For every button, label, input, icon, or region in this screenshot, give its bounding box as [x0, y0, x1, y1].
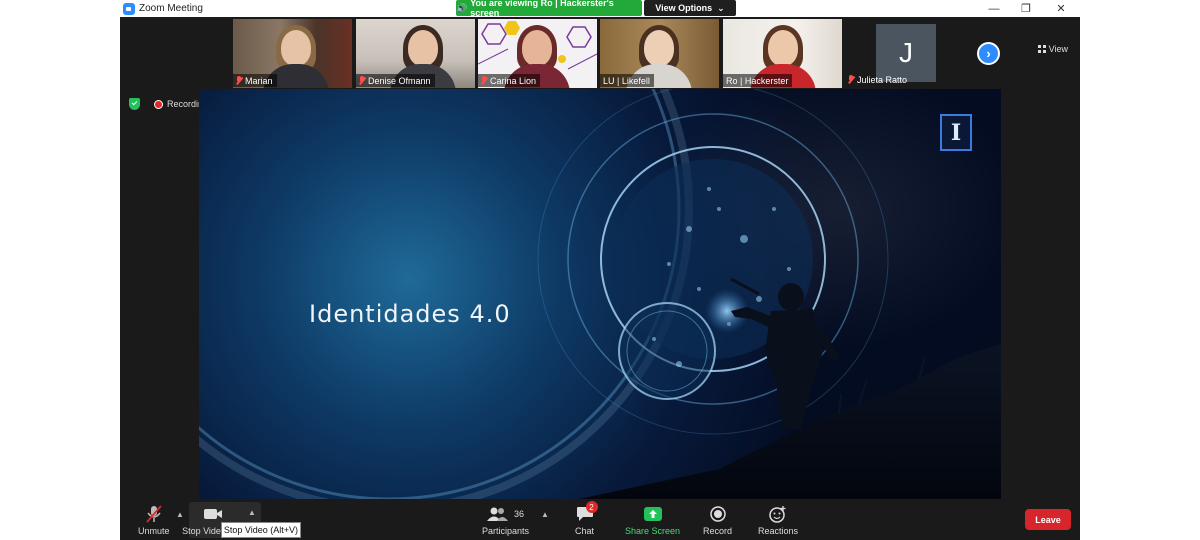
participant-name: LU | Likefell — [603, 75, 650, 86]
participant-tile[interactable]: Ro | Hackerster — [723, 19, 842, 88]
participant-tile[interactable]: Carina Lion — [478, 19, 597, 88]
viewing-banner-text: You are viewing Ro | Hackerster's screen — [470, 0, 614, 18]
mic-muted-icon — [848, 75, 854, 84]
unmute-label: Unmute — [138, 526, 170, 536]
avatar-initial: J — [899, 37, 913, 68]
view-button[interactable]: View — [1037, 44, 1068, 54]
grid-view-icon — [1037, 45, 1046, 53]
participant-face — [408, 30, 438, 66]
participants-options-caret[interactable]: ▲ — [541, 510, 549, 519]
participant-name: Ro | Hackerster — [726, 75, 789, 86]
participant-name: Carina Lion — [490, 75, 537, 86]
chevron-down-icon: ⌄ — [717, 2, 725, 13]
next-page-button[interactable]: › — [977, 42, 1000, 65]
participant-face — [768, 30, 798, 66]
participants-label: Participants — [482, 526, 530, 536]
participant-tile[interactable]: Denise Ofmann — [356, 19, 475, 88]
participants-icon: 36 — [487, 504, 524, 524]
recording-dot-icon — [154, 99, 163, 109]
participant-face — [522, 30, 552, 66]
participants-count: 36 — [514, 509, 525, 519]
record-button[interactable]: Record — [703, 504, 732, 536]
record-label: Record — [703, 526, 733, 536]
reactions-label: Reactions — [758, 526, 799, 536]
record-icon — [709, 504, 726, 524]
mic-muted-icon — [236, 76, 242, 85]
restore-button[interactable]: ❐ — [1011, 0, 1041, 17]
security-shield-icon[interactable] — [129, 98, 140, 110]
shared-screen: Identidades 4.0 I — [199, 89, 1001, 499]
chat-icon: 2 — [576, 501, 598, 524]
speaker-icon: 🔊 — [456, 2, 468, 13]
minimize-icon: — — [988, 2, 1000, 15]
participant-namebar: Julieta Ratto — [848, 73, 907, 86]
zoom-logo-icon — [123, 2, 135, 15]
participant-namebar: LU | Likefell — [600, 74, 654, 87]
view-options-label: View Options — [655, 3, 713, 13]
chat-button[interactable]: 2 Chat — [575, 501, 598, 536]
minimize-button[interactable]: — — [979, 0, 1009, 17]
participant-namebar: Marian — [233, 74, 277, 87]
view-label: View — [1048, 44, 1068, 54]
mic-muted-icon — [359, 76, 365, 85]
presentation-title: Identidades 4.0 — [309, 300, 511, 328]
presentation-logo-icon: I — [940, 114, 972, 151]
close-icon: ✕ — [1056, 3, 1066, 15]
close-button[interactable]: ✕ — [1046, 0, 1076, 17]
window-title: Zoom Meeting — [139, 3, 203, 14]
active-speaker-tile[interactable]: LU | Likefell — [600, 19, 719, 88]
participant-namebar: Carina Lion — [478, 74, 541, 87]
participant-face — [644, 30, 674, 66]
participant-gallery: Marian Denise Ofmann Carina Lion LU | Li… — [120, 19, 1080, 89]
participant-name: Marian — [245, 75, 273, 86]
view-options-button[interactable]: View Options ⌄ — [644, 0, 736, 16]
share-screen-button[interactable]: Share Screen — [625, 504, 680, 536]
leave-button[interactable]: Leave — [1025, 509, 1071, 530]
stop-video-tooltip: Stop Video (Alt+V) — [221, 522, 301, 538]
audio-options-caret[interactable]: ▲ — [176, 510, 184, 519]
reactions-button[interactable]: Reactions — [758, 504, 798, 536]
participant-namebar: Denise Ofmann — [356, 74, 435, 87]
chat-label: Chat — [575, 526, 595, 536]
smiley-plus-icon — [769, 504, 787, 524]
share-screen-icon — [643, 504, 663, 524]
viewing-banner: 🔊 You are viewing Ro | Hackerster's scre… — [456, 0, 642, 18]
participant-name: Julieta Ratto — [857, 74, 908, 85]
participant-tile[interactable]: Marian — [233, 19, 352, 88]
sci-fi-artwork — [199, 89, 1001, 499]
participant-name: Denise Ofmann — [368, 75, 431, 86]
participant-namebar: Ro | Hackerster — [723, 74, 793, 87]
video-options-caret[interactable]: ▲ — [248, 508, 256, 517]
unmute-button[interactable]: Unmute — [138, 504, 170, 536]
share-screen-label: Share Screen — [625, 526, 681, 536]
title-bar: Zoom Meeting 🔊 You are viewing Ro | Hack… — [120, 0, 1080, 18]
chat-badge: 2 — [585, 501, 598, 513]
logo-letter: I — [950, 119, 962, 146]
video-camera-icon — [203, 504, 223, 524]
chevron-right-icon: › — [986, 46, 991, 61]
participants-button[interactable]: 36 Participants — [482, 504, 529, 536]
mic-off-icon — [146, 504, 162, 524]
zoom-window: Zoom Meeting 🔊 You are viewing Ro | Hack… — [120, 0, 1080, 540]
stop-video-label: Stop Video — [182, 526, 226, 536]
participant-face — [281, 30, 311, 66]
restore-icon: ❐ — [1021, 3, 1031, 15]
mic-muted-icon — [481, 76, 487, 85]
